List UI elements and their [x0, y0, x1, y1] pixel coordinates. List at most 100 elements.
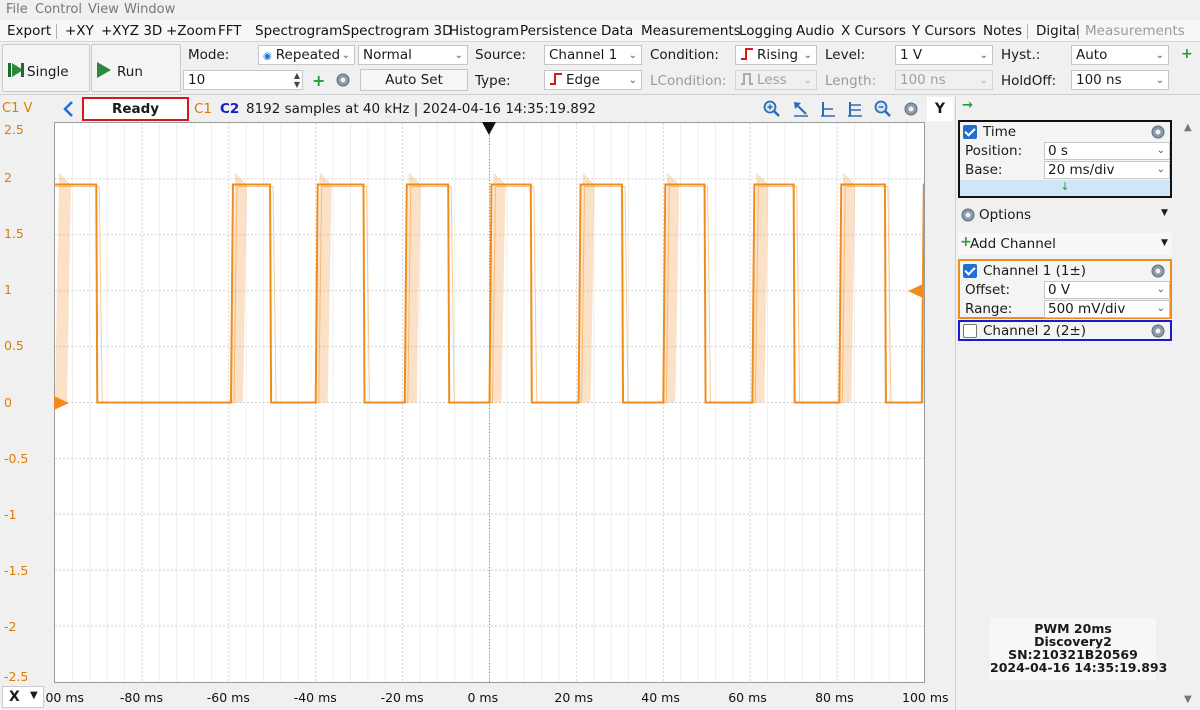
scroll-up-icon[interactable]: ▲	[1184, 122, 1192, 133]
hyst-select[interactable]: Auto ⌄	[1071, 45, 1169, 65]
gear-icon[interactable]	[1150, 124, 1166, 140]
tab-data[interactable]: Data	[601, 23, 633, 39]
channel1-offset-marker[interactable]	[54, 395, 70, 411]
oscilloscope-plot[interactable]	[54, 122, 938, 683]
menu-view[interactable]: View	[88, 2, 119, 17]
tab-notes[interactable]: Notes	[983, 23, 1022, 39]
zoom-out-icon[interactable]	[874, 100, 892, 118]
holdoff-select[interactable]: 100 ns ⌄	[1071, 70, 1169, 90]
menu-control[interactable]: Control	[35, 2, 82, 17]
range-select[interactable]: 500 mV/div ⌄	[1044, 300, 1170, 318]
gear-icon[interactable]	[1150, 263, 1166, 279]
scroll-down-icon[interactable]: ▼	[1184, 694, 1192, 705]
level-value: 1 V	[900, 47, 923, 63]
arrow-right-icon[interactable]: →	[962, 98, 973, 113]
add-icon[interactable]: +	[312, 71, 325, 90]
chevron-down-icon: ⌄	[454, 50, 463, 61]
options-row[interactable]: Options ▼	[958, 204, 1172, 226]
multi-cursor-icon[interactable]	[846, 100, 864, 118]
tab-audio[interactable]: Audio	[796, 23, 834, 39]
tab-fft[interactable]: FFT	[218, 23, 242, 39]
add-channel-button[interactable]: + Add Channel ▼	[958, 233, 1172, 255]
tab-spectrogram-3d[interactable]: Spectrogram 3D	[342, 23, 453, 39]
add-channel-label: Add Channel	[970, 236, 1056, 252]
offset-select[interactable]: 0 V ⌄	[1044, 281, 1170, 299]
y-tick-label: 1	[4, 282, 12, 298]
menu-window[interactable]: Window	[124, 2, 175, 17]
lcondition-select[interactable]: Less ⌄	[735, 70, 817, 90]
condition-select[interactable]: Rising ⌄	[735, 45, 817, 65]
channel2-checkbox[interactable]	[963, 324, 977, 338]
channel1-toggle[interactable]: C1	[194, 101, 212, 117]
gear-icon[interactable]	[903, 101, 919, 117]
chevron-down-icon: ⌄	[1155, 75, 1164, 86]
waveform-canvas[interactable]	[55, 123, 938, 682]
tab-digital[interactable]: Digital	[1036, 23, 1080, 39]
x-tick-label: -80 ms	[119, 690, 163, 705]
tab-persistence[interactable]: Persistence	[520, 23, 597, 39]
tab-histogram[interactable]: Histogram	[449, 23, 519, 39]
tab-spectrogram[interactable]: Spectrogram	[255, 23, 342, 39]
right-panel-scrollbar[interactable]: ▲ ▼	[1180, 122, 1198, 710]
play-icon	[97, 62, 111, 78]
run-button[interactable]: Run	[91, 44, 181, 92]
tab-measurements[interactable]: Measurements	[641, 23, 741, 39]
radio-icon: ◉	[263, 51, 272, 62]
channel2-title: Channel 2 (2±)	[983, 323, 1087, 339]
x-tick-label: 40 ms	[641, 690, 680, 705]
position-select[interactable]: 0 s ⌄	[1044, 142, 1170, 160]
auto-set-button[interactable]: Auto Set	[360, 69, 468, 91]
collapse-left-icon[interactable]	[62, 101, 74, 117]
level-select[interactable]: 1 V ⌄	[895, 45, 993, 65]
x-tick-label: -60 ms	[206, 690, 250, 705]
time-expand-button[interactable]: ↓	[960, 180, 1170, 196]
count-spinbox[interactable]: 10 ▲ ▼	[183, 70, 303, 90]
x-tick-label: 0 ms	[467, 690, 499, 705]
length-label: Length:	[825, 73, 877, 89]
source-select[interactable]: Channel 1 ⌄	[544, 45, 642, 65]
tab-logging[interactable]: Logging	[739, 23, 793, 39]
x-axis-selector[interactable]: X ▼	[2, 686, 44, 708]
tab-zoom[interactable]: +Zoom	[166, 23, 216, 39]
zoom-in-icon[interactable]	[763, 100, 781, 118]
pointer-tool-icon[interactable]	[792, 100, 810, 118]
view-toolbar: Export +XY +XYZ 3D +Zoom FFT Spectrogram…	[0, 20, 1200, 42]
mode2-select[interactable]: Normal ⌄	[358, 45, 468, 65]
trigger-position-marker[interactable]	[481, 122, 497, 136]
channel2-toggle[interactable]: C2	[220, 101, 239, 117]
type-select[interactable]: Edge ⌄	[544, 70, 642, 90]
add-icon[interactable]: +	[1181, 46, 1193, 62]
count-value: 10	[188, 72, 206, 88]
y-axis-button[interactable]: Y	[927, 97, 953, 121]
length-select[interactable]: 100 ns ⌄	[895, 70, 993, 90]
device-info-box: PWM 20ms Discovery2 SN:210321B20569 2024…	[990, 618, 1167, 680]
mode-label: Mode:	[188, 47, 230, 63]
gear-icon[interactable]	[1150, 323, 1166, 339]
base-select[interactable]: 20 ms/div ⌄	[1044, 161, 1170, 179]
time-group: Time Position: 0 s ⌄ Base: 20 ms/div ⌄ ↓	[958, 120, 1172, 198]
channel1-checkbox[interactable]	[963, 264, 977, 278]
tab-x-cursors[interactable]: X Cursors	[841, 23, 906, 39]
tab-export[interactable]: Export	[7, 23, 51, 39]
tab-measurements-dock[interactable]: Measurements	[1085, 23, 1185, 39]
mode-select[interactable]: ◉ Repeated ⌄	[258, 45, 355, 65]
acquisition-status: Ready	[82, 97, 189, 121]
gear-icon[interactable]	[335, 72, 351, 88]
tab-xyz-3d[interactable]: +XYZ 3D	[101, 23, 162, 39]
trigger-level-marker[interactable]	[908, 283, 924, 299]
tab-y-cursors[interactable]: Y Cursors	[912, 23, 976, 39]
single-icon	[8, 63, 24, 77]
time-checkbox[interactable]	[963, 125, 977, 139]
channel1-trace	[55, 183, 925, 404]
position-label: Position:	[965, 143, 1023, 159]
x-tick-label: 20 ms	[554, 690, 593, 705]
menu-file[interactable]: File	[6, 2, 28, 17]
tab-xy[interactable]: +XY	[65, 23, 94, 39]
x-tick-label: -40 ms	[293, 690, 337, 705]
y-tick-label: 2	[4, 170, 12, 186]
cursor-tool-icon[interactable]	[819, 100, 837, 118]
spin-arrows-icon[interactable]: ▲ ▼	[294, 71, 300, 89]
single-button[interactable]: Single	[2, 44, 90, 92]
time-title: Time	[983, 124, 1017, 140]
source-label: Source:	[475, 47, 526, 63]
